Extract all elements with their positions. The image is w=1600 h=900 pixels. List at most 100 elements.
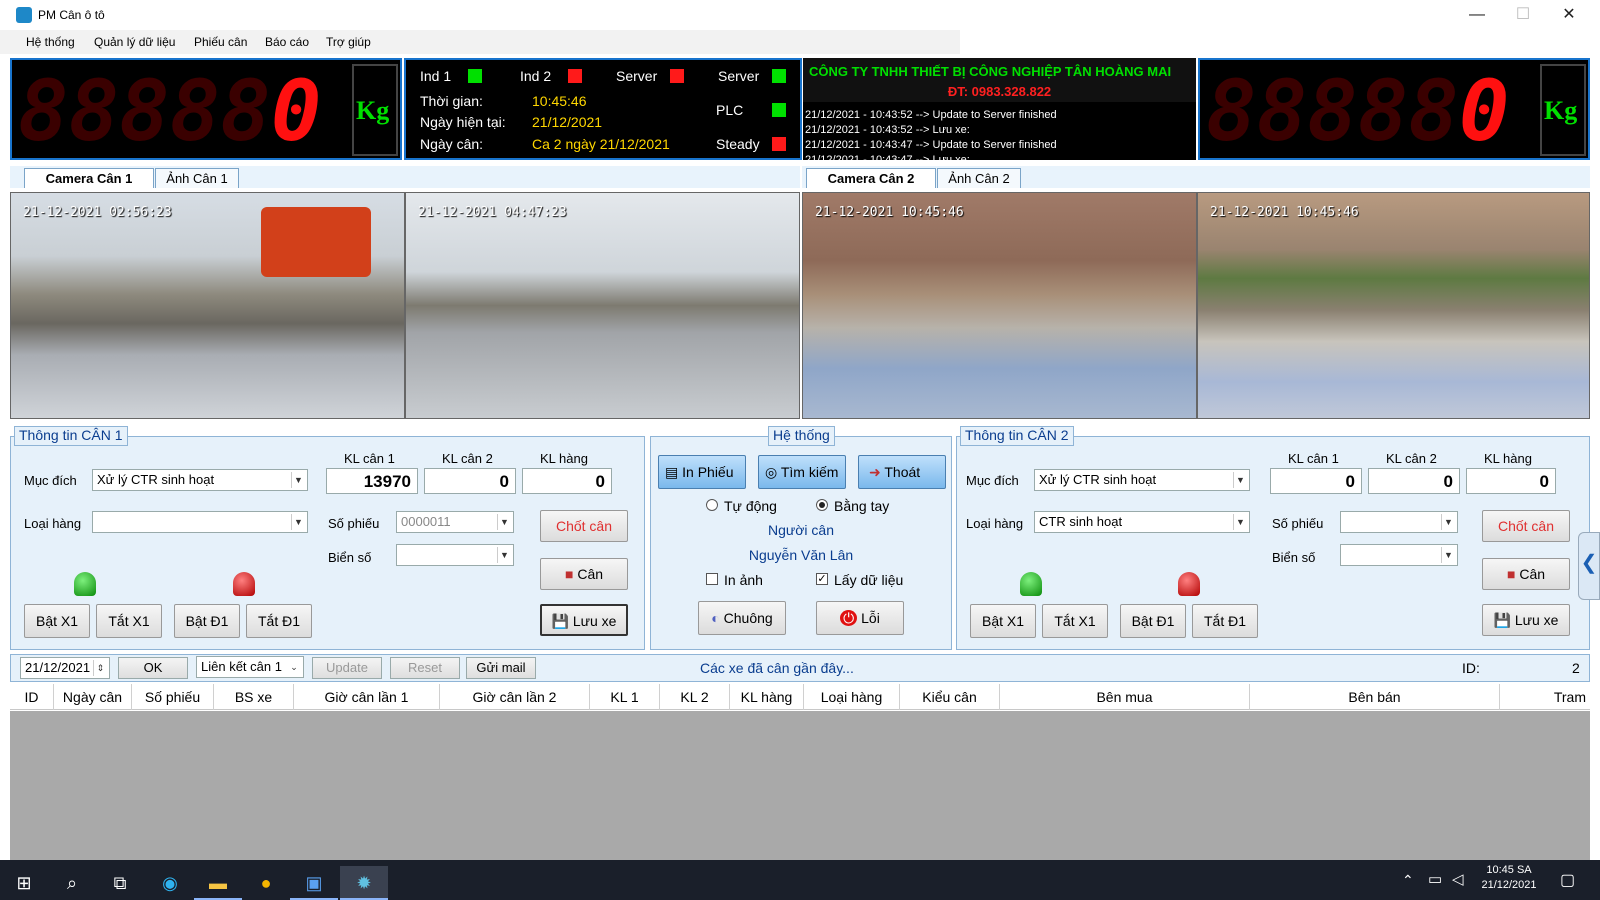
manual-radio[interactable]: [816, 499, 828, 511]
barrier-on-x1-button[interactable]: Bật X1: [24, 604, 90, 638]
column-header[interactable]: Bên bán: [1250, 684, 1500, 710]
history-table-header: ID Ngày cân Số phiếu BS xe Giờ cân lần 1…: [10, 684, 1590, 710]
unit-box-2: Kg: [1540, 64, 1586, 156]
close-button[interactable]: ✕: [1546, 0, 1592, 30]
light-off-d1-button[interactable]: Tắt Đ1: [1192, 604, 1258, 638]
save-vehicle-button[interactable]: 💾 Lưu xe: [1482, 604, 1570, 636]
lock-weigh-button[interactable]: Chốt cân: [540, 510, 628, 542]
light-on-d1-button[interactable]: Bật Đ1: [174, 604, 240, 638]
column-header[interactable]: Giờ cân lần 1: [294, 684, 440, 710]
column-header[interactable]: Ngày cân: [54, 684, 132, 710]
minimize-button[interactable]: —: [1454, 0, 1500, 30]
search-button[interactable]: ◎ Tìm kiếm: [758, 455, 846, 489]
error-button[interactable]: ⏻ Lỗi: [816, 601, 904, 635]
plc-label: PLC: [716, 102, 744, 118]
tab-camera-1[interactable]: Camera Cân 1: [24, 168, 154, 188]
ticket-label: Số phiếu: [1272, 516, 1324, 531]
klh-label: KL hàng: [540, 451, 588, 466]
volume-muted-icon[interactable]: ◁: [1452, 870, 1464, 888]
column-header[interactable]: BS xe: [214, 684, 294, 710]
menu-report[interactable]: Báo cáo: [265, 35, 309, 49]
goods-select[interactable]: CTR sinh hoạt ▼: [1034, 511, 1250, 533]
menu-ticket[interactable]: Phiếu cân: [194, 35, 247, 49]
column-header[interactable]: ID: [10, 684, 54, 710]
kl1-field[interactable]: 0: [1270, 468, 1362, 494]
chrome-icon[interactable]: ●: [242, 866, 290, 900]
column-header[interactable]: Tram: [1500, 684, 1590, 710]
save-icon: 💾: [551, 613, 573, 629]
menu-data-management[interactable]: Quản lý dữ liệu: [94, 35, 175, 49]
send-mail-button[interactable]: Gửi mail: [466, 657, 536, 679]
goods-select[interactable]: ▼: [92, 511, 308, 533]
column-header[interactable]: Loại hàng: [804, 684, 900, 710]
history-date-picker[interactable]: 21/12/2021 ⇕: [20, 657, 110, 679]
exit-button[interactable]: ➜ Thoát: [858, 455, 946, 489]
column-header[interactable]: Giờ cân lần 2: [440, 684, 590, 710]
save-vehicle-button[interactable]: 💾 Lưu xe: [540, 604, 628, 636]
kl2-field[interactable]: 0: [424, 468, 516, 494]
get-data-label: Lấy dữ liệu: [834, 572, 904, 588]
purpose-select[interactable]: Xử lý CTR sinh hoạt ▼: [1034, 469, 1250, 491]
chevron-up-icon[interactable]: ⌃: [1402, 872, 1414, 889]
tab-camera-2[interactable]: Camera Cân 2: [806, 168, 936, 188]
barrier-on-x1-button[interactable]: Bật X1: [970, 604, 1036, 638]
chevron-down-icon: ▼: [1441, 514, 1455, 530]
file-explorer-icon[interactable]: ▬: [194, 866, 242, 900]
search-icon[interactable]: ⌕: [48, 866, 96, 900]
task-view-icon[interactable]: ⧉: [96, 866, 144, 900]
column-header[interactable]: KL 1: [590, 684, 660, 710]
column-header[interactable]: Bên mua: [1000, 684, 1250, 710]
tab-photo-2[interactable]: Ảnh Cân 2: [937, 168, 1021, 188]
clock[interactable]: 10:45 SA 21/12/2021: [1474, 864, 1544, 891]
plate-select[interactable]: ▼: [1340, 544, 1458, 566]
bell-button[interactable]: ◐ Chuông: [698, 601, 786, 635]
kl1-field[interactable]: 13970: [326, 468, 418, 494]
column-header[interactable]: Kiểu cân: [900, 684, 1000, 710]
auto-radio[interactable]: [706, 499, 718, 511]
goods-label: Loại hàng: [966, 516, 1024, 531]
barrier-off-x1-button[interactable]: Tắt X1: [96, 604, 162, 638]
notification-icon[interactable]: ▢: [1560, 870, 1575, 890]
kl2-field[interactable]: 0: [1368, 468, 1460, 494]
column-header[interactable]: Số phiếu: [132, 684, 214, 710]
scale-app-icon[interactable]: ✹: [340, 866, 388, 900]
ticket-select[interactable]: 0000011 ▼: [396, 511, 514, 533]
history-table-body[interactable]: [10, 711, 1590, 860]
window-title: PM Cân ô tô: [38, 8, 105, 22]
tab-photo-1[interactable]: Ảnh Cân 1: [155, 168, 239, 188]
reset-button[interactable]: Reset: [390, 657, 460, 679]
plate-select[interactable]: ▼: [396, 544, 514, 566]
menu-bar: Hệ thống Quản lý dữ liệu Phiếu cân Báo c…: [0, 30, 960, 54]
log-line: 21/12/2021 - 10:43:47 --> Update to Serv…: [805, 139, 1057, 151]
weigh-button[interactable]: ■ Cân: [1482, 558, 1570, 590]
column-header[interactable]: KL hàng: [730, 684, 804, 710]
network-icon[interactable]: ▭: [1428, 870, 1442, 888]
log-line: 21/12/2021 - 10:43:52 --> Lưu xe:: [805, 124, 970, 136]
column-header[interactable]: KL 2: [660, 684, 730, 710]
link-scale-select[interactable]: Liên kết cân 1 ⌄: [196, 656, 304, 678]
exit-label: Thoát: [884, 464, 921, 480]
klh-field[interactable]: 0: [522, 468, 612, 494]
print-image-checkbox[interactable]: [706, 573, 718, 585]
weigh-button[interactable]: ■ Cân: [540, 558, 628, 590]
light-on-d1-button[interactable]: Bật Đ1: [1120, 604, 1186, 638]
barrier-off-x1-button[interactable]: Tắt X1: [1042, 604, 1108, 638]
menu-system[interactable]: Hệ thống: [26, 35, 75, 49]
windows-start-icon[interactable]: ⊞: [0, 866, 48, 900]
edge-icon[interactable]: ◉: [146, 866, 194, 900]
light-off-d1-button[interactable]: Tắt Đ1: [246, 604, 312, 638]
scale-app-icon: [16, 7, 32, 23]
maximize-button[interactable]: ☐: [1500, 0, 1546, 30]
purpose-select[interactable]: Xử lý CTR sinh hoạt ▼: [92, 469, 308, 491]
print-ticket-button[interactable]: ▤ In Phiếu: [658, 455, 746, 489]
update-button[interactable]: Update: [312, 657, 382, 679]
ok-button[interactable]: OK: [118, 657, 188, 679]
menu-help[interactable]: Trợ giúp: [326, 35, 371, 49]
get-data-checkbox[interactable]: ✓: [816, 573, 828, 585]
recent-vehicles-label: Các xe đã cân gần đây...: [700, 660, 854, 676]
app-icon[interactable]: ▣: [290, 866, 338, 900]
klh-field[interactable]: 0: [1466, 468, 1556, 494]
ticket-select[interactable]: ▼: [1340, 511, 1458, 533]
collapse-handle-icon[interactable]: ❮: [1578, 532, 1600, 600]
lock-weigh-button[interactable]: Chốt cân: [1482, 510, 1570, 542]
